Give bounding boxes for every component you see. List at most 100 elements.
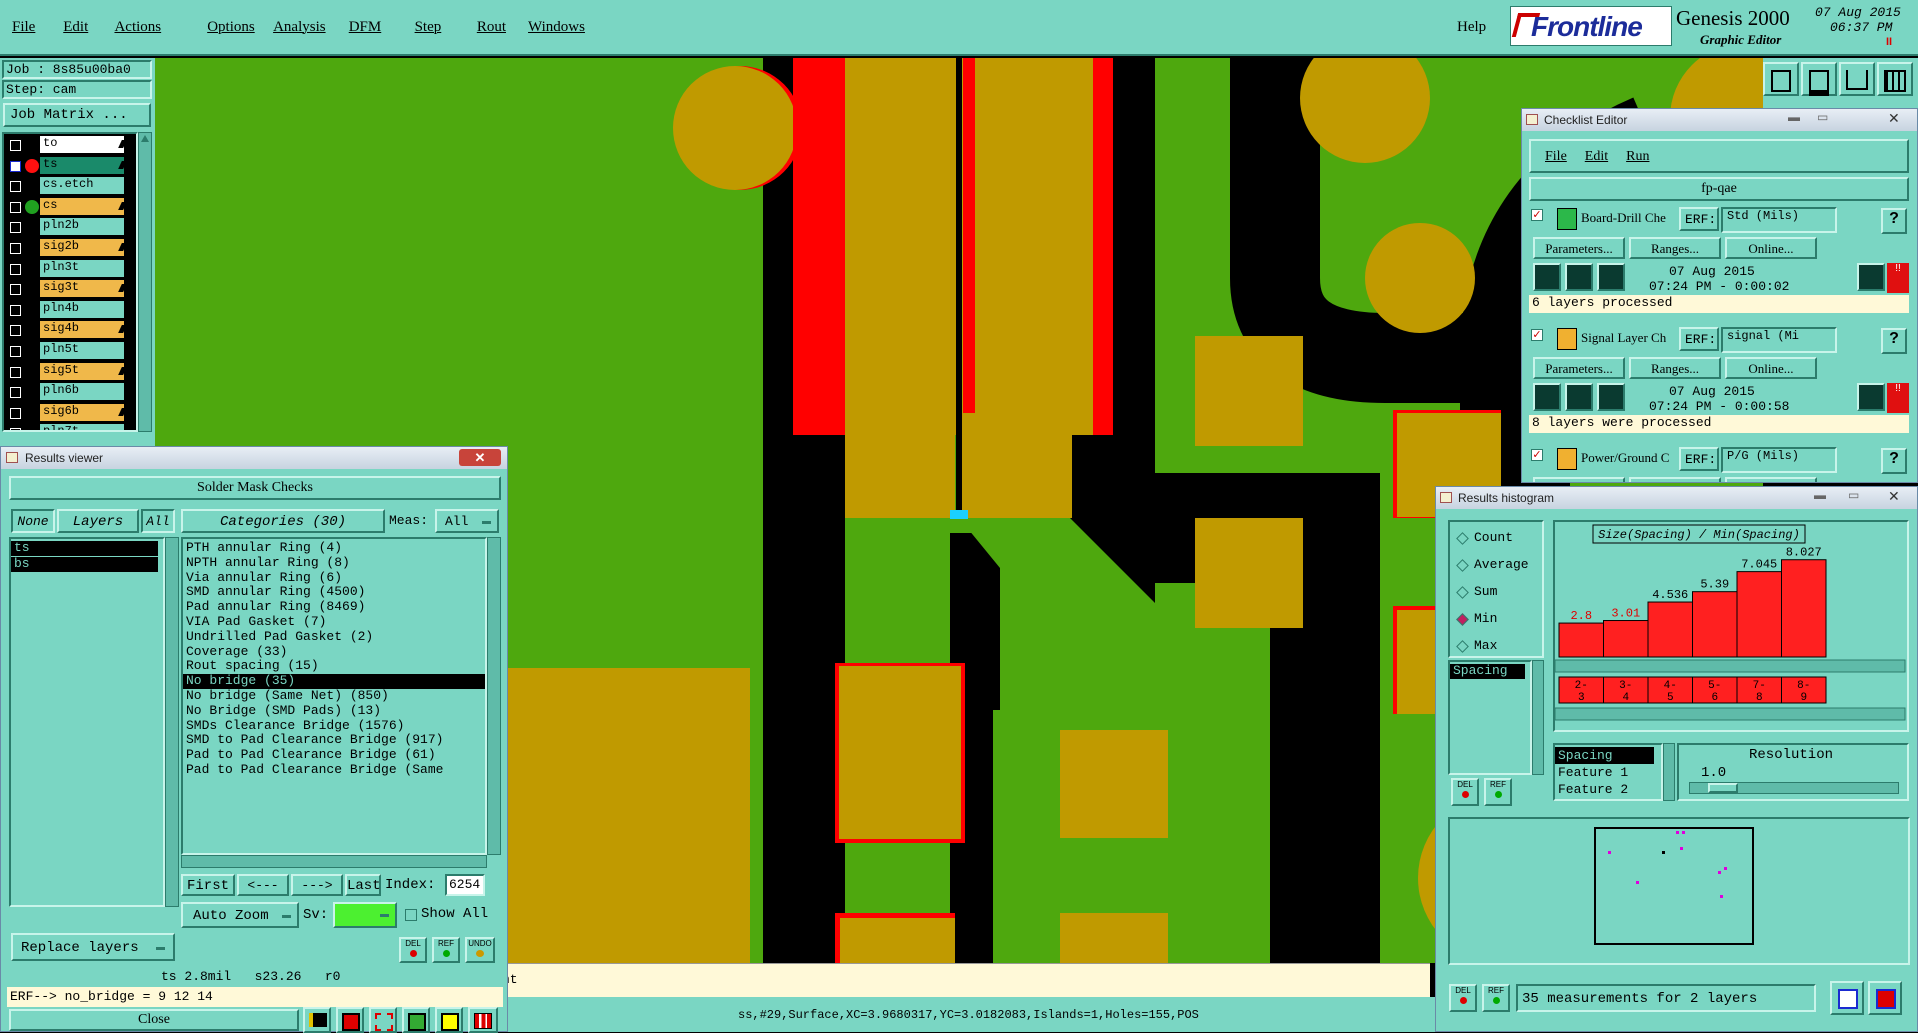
zoom-fit-icon[interactable] [1830,981,1864,1015]
layer-checkbox[interactable] [10,201,21,213]
help-menu[interactable]: Help [1457,19,1486,36]
step-icon[interactable] [402,1007,430,1033]
check-name[interactable]: Signal Layer Ch [1581,330,1677,346]
zoom-select-icon[interactable] [1868,981,1902,1015]
layer-name[interactable]: pln2b [40,218,124,236]
zoom-result-icon[interactable] [1857,263,1885,291]
layer-name[interactable]: sig6b [40,403,124,421]
auto-zoom-dropdown[interactable]: Auto Zoom [181,902,299,928]
layer-name[interactable]: pln5t [40,342,124,359]
layer-name[interactable]: sig2b [40,239,124,256]
filter-icon[interactable] [369,1007,397,1033]
help-button[interactable]: ? [1881,328,1907,354]
layer-row[interactable]: sig4b [4,321,136,339]
layer-list-scrollbar[interactable] [138,132,152,432]
last-button[interactable]: Last [345,874,381,896]
layer-checkbox[interactable] [10,387,21,399]
mode-radio-average[interactable]: Average [1456,557,1540,577]
category-item[interactable]: No Bridge (SMD Pads) (13) [183,703,485,719]
layer-name[interactable]: pln3t [40,259,124,277]
layer-name[interactable]: sig5t [40,362,124,380]
sv-color-dropdown[interactable] [333,902,397,928]
online-button[interactable]: Online... [1725,357,1817,379]
layer-row[interactable]: cs.etch [4,177,136,195]
erf-field[interactable]: Std (Mils) [1721,207,1837,233]
layer-name[interactable]: pln6b [40,383,124,401]
histogram-list-item[interactable]: Spacing [1450,663,1525,679]
none-button[interactable]: None [11,509,55,533]
layer-checkbox[interactable] [10,222,21,234]
layer-checkbox[interactable] [10,284,21,296]
layer-checkbox[interactable] [10,304,21,316]
mode-radio-max[interactable]: Max [1456,638,1540,658]
results-layer-list[interactable]: ts bs [9,537,165,907]
layer-name[interactable]: cs [40,197,124,215]
layer-checkbox[interactable] [10,181,21,193]
hist-ref-button[interactable]: REF [1484,778,1512,806]
histogram-titlebar[interactable]: Results histogram ▬ ▭ ✕ [1436,487,1917,509]
category-item[interactable]: SMD annular Ring (4500) [183,585,485,600]
parameters-button[interactable]: Parameters... [1533,237,1625,259]
layer-row[interactable]: pln6b [4,383,136,401]
layer-row[interactable]: sig3t [4,280,136,298]
menu-actions[interactable]: Actions [114,19,161,36]
minimize-icon[interactable]: ▬ [1814,488,1826,502]
menu-edit[interactable]: Edit [63,19,88,36]
layer-row[interactable]: sig2b [4,239,136,257]
layer-checkbox[interactable] [10,325,21,337]
layers-button[interactable]: Layers [57,509,139,533]
layer-name[interactable]: sig3t [40,280,124,298]
layer-name[interactable]: pln7t [40,424,124,430]
menu-dfm[interactable]: DFM [349,19,382,36]
menu-rout[interactable]: Rout [477,19,506,36]
check-enable-checkbox[interactable]: ✓ [1531,329,1543,341]
layer-row[interactable]: pln3t [4,259,136,278]
category-item[interactable]: PTH annular Ring (4) [183,540,485,556]
category-item[interactable]: Via annular Ring (6) [183,570,485,586]
feature-item[interactable]: Feature 2 [1555,781,1654,798]
del-button[interactable]: DEL [399,937,427,963]
export-icon[interactable] [303,1007,331,1033]
category-item[interactable]: Undrilled Pad Gasket (2) [183,629,485,645]
category-item[interactable]: Rout spacing (15) [183,659,485,674]
category-item[interactable]: NPTH annular Ring (8) [183,555,485,571]
layer-row[interactable]: sig5t [4,362,136,381]
layer-checkbox[interactable] [10,407,21,419]
layer-name[interactable]: cs.etch [40,177,124,195]
report-icon[interactable] [435,1007,463,1033]
check-name[interactable]: Power/Ground C [1581,450,1677,466]
layer-row[interactable]: pln7t [4,424,136,430]
layer-row[interactable]: sig6b [4,403,136,422]
layer-checkbox[interactable] [10,346,21,357]
scroll-up-arrow-icon[interactable] [141,135,149,142]
zoom-result-icon[interactable] [1857,383,1885,411]
chart-icon[interactable] [468,1007,498,1033]
home-icon[interactable] [1839,62,1875,96]
layer-name[interactable]: pln4b [40,300,124,318]
layer-checkbox[interactable] [10,263,21,275]
categories-vscrollbar[interactable] [487,537,501,855]
histogram-list[interactable]: Spacing [1448,660,1532,775]
run-alt-icon[interactable] [1565,263,1593,291]
parameters-button[interactable]: Parameters... [1533,357,1625,379]
feature-item[interactable]: Feature 1 [1555,764,1654,781]
feature-item[interactable]: Spacing [1555,747,1654,764]
layer-row[interactable]: pln5t [4,342,136,360]
close-icon[interactable]: ✕ [459,449,501,466]
menu-step[interactable]: Step [415,19,442,36]
ref-button[interactable]: REF [432,937,460,963]
checklist-menu-edit[interactable]: Edit [1585,149,1608,164]
job-matrix-button[interactable]: Job Matrix ... [3,103,151,127]
stop-run-icon[interactable] [1597,383,1625,411]
category-item[interactable]: Pad annular Ring (8469) [183,599,485,615]
save-icon[interactable] [1801,62,1837,96]
grid-icon[interactable] [1877,62,1913,96]
layer-row[interactable]: pln4b [4,300,136,319]
mode-radio-min[interactable]: Min [1456,611,1540,631]
hist-del-button[interactable]: DEL [1451,778,1479,806]
next-button[interactable]: ---> [291,874,343,896]
minimap[interactable] [1448,817,1910,965]
replace-layers-dropdown[interactable]: Replace layers [11,933,175,961]
results-viewer-titlebar[interactable]: Results viewer ✕ [1,447,507,469]
checklist-menu-run[interactable]: Run [1626,149,1649,164]
